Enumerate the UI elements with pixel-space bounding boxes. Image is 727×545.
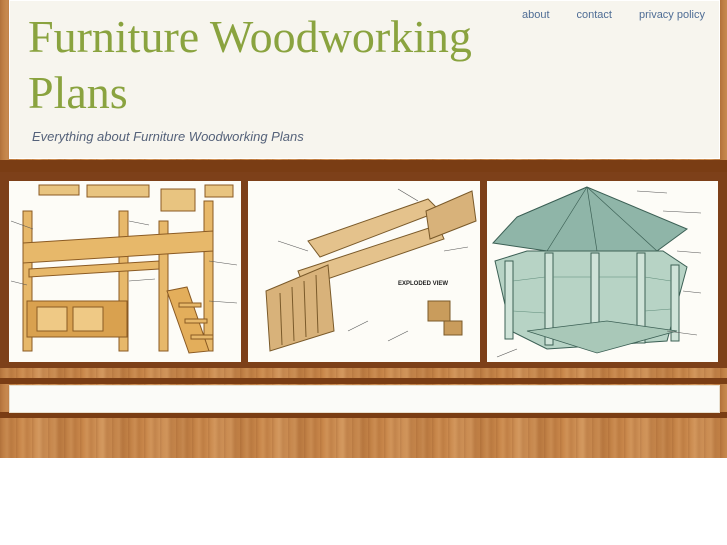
nav-link-about[interactable]: about xyxy=(522,9,550,21)
top-nav: about contact privacy policy xyxy=(495,9,705,21)
loft-bed-plan-image[interactable] xyxy=(9,181,241,362)
site-title[interactable]: Furniture Woodworking Plans xyxy=(28,9,528,121)
content-strip xyxy=(9,385,720,413)
nav-link-privacy-policy[interactable]: privacy policy xyxy=(639,9,705,21)
site-header: Furniture Woodworking Plans Everything a… xyxy=(9,0,720,159)
gallery-divider xyxy=(0,378,727,384)
gazebo-plan-image[interactable] xyxy=(487,181,718,362)
header-divider xyxy=(0,160,727,172)
site-tagline: Everything about Furniture Woodworking P… xyxy=(32,129,304,144)
futon-plan-image[interactable]: EXPLODED VIEW xyxy=(248,181,480,362)
nav-link-contact[interactable]: contact xyxy=(577,9,612,21)
exploded-view-caption: EXPLODED VIEW xyxy=(398,281,448,287)
